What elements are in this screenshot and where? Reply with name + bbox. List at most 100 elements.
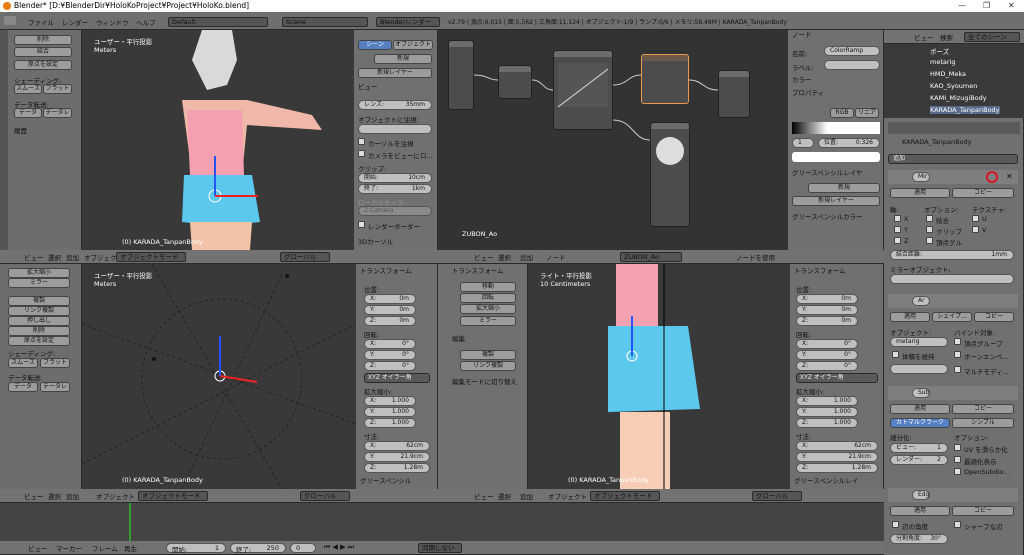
outliner-item-pose[interactable]: ポーズ	[930, 46, 949, 56]
mirror-tool-button[interactable]: ミラー	[460, 316, 516, 326]
opensubdiv-checkbox[interactable]	[954, 468, 961, 475]
lock-camera-checkbox[interactable]	[358, 150, 365, 157]
frame-end-field[interactable]: 終了: 250	[230, 543, 286, 554]
vgroups-checkbox[interactable]	[954, 338, 961, 345]
scale-x-field-right[interactable]: X: 1.000	[796, 396, 858, 406]
color-ramp-bar[interactable]	[792, 122, 880, 134]
rot-z-field-right[interactable]: Z: 0°	[796, 361, 858, 371]
loc-z-field-right[interactable]: Z: 0m	[796, 316, 858, 326]
stop-color-swatch[interactable]	[792, 152, 880, 162]
menu-view-b[interactable]: ビュー	[24, 491, 44, 501]
node-menu-node[interactable]: ノード	[546, 252, 566, 262]
sharp-edges-checkbox[interactable]	[954, 521, 961, 528]
orientation-dropdown-c[interactable]: グローバル	[752, 491, 802, 501]
mode-dropdown-c[interactable]: オブジェクトモード	[590, 491, 660, 501]
stop-index-field[interactable]: 1	[792, 138, 814, 148]
bone-envelope-checkbox[interactable]	[954, 351, 961, 358]
node-output[interactable]	[448, 40, 474, 110]
viewport-top-left[interactable]: ユーザー・平行投影 Meters (0) KARADA_TanpanBody	[82, 30, 354, 250]
mirror-name-field[interactable]: Mir	[912, 172, 930, 182]
link-duplicate-button[interactable]: リンク複製	[8, 306, 70, 316]
history-panel[interactable]: 履歴	[14, 125, 27, 135]
scene-dropdown[interactable]: Scene	[282, 17, 368, 27]
node-label-field[interactable]	[824, 60, 880, 70]
menu-add[interactable]: 追加	[66, 252, 79, 262]
viewport-bottom-right[interactable]: ライト・平行投影 10 Centimeters (0) KARADA_Tanpa…	[528, 264, 790, 489]
vgroup-checkbox[interactable]	[926, 237, 933, 244]
smooth-button[interactable]: スムーズ	[14, 84, 42, 94]
mirror-copy-button[interactable]: コピー	[952, 188, 1014, 198]
menu-help[interactable]: ヘルプ	[136, 17, 156, 27]
armature-modifier-header[interactable]: Ar	[888, 294, 1018, 308]
loc-x-field-right[interactable]: X: 0m	[796, 294, 858, 304]
dim-x-field-right[interactable]: X: 62cm	[796, 441, 878, 451]
data-layers-button[interactable]: データレ	[43, 108, 72, 118]
edgesplit-copy-button[interactable]: コピー	[952, 506, 1014, 516]
timeline-menu-view[interactable]: ビュー	[28, 543, 48, 553]
data-layers-button-2[interactable]: データレ	[40, 382, 70, 392]
stop-position-field[interactable]: 位置: 0.326	[818, 138, 880, 148]
dim-y-field[interactable]: Y: 21.9cm	[364, 452, 430, 462]
view-section-header[interactable]: ビュー	[354, 82, 378, 93]
rotation-mode-dropdown-right[interactable]: XYZ オイラー角	[796, 373, 878, 383]
mirror-modifier-header[interactable]: Mir ✕	[888, 170, 1018, 184]
maximize-button[interactable]: ❐	[983, 0, 990, 12]
join-button[interactable]: 結合	[14, 47, 72, 57]
translate-button[interactable]: 移動	[460, 282, 516, 292]
menu-add-c[interactable]: 追加	[520, 491, 533, 501]
tool-tabs[interactable]	[0, 30, 8, 250]
loc-y-field[interactable]: Y: 0m	[364, 305, 416, 315]
link-duplicate-tool-button[interactable]: リンク複製	[460, 361, 516, 371]
armature-apply-button[interactable]: 適用	[890, 312, 930, 322]
scale-tool-button[interactable]: 拡大縮小	[460, 304, 516, 314]
flat-button[interactable]: フラット	[43, 84, 72, 94]
grease-color-header[interactable]: グリースペンシルカラー	[788, 212, 863, 223]
tab-object[interactable]: オブジェクト	[393, 40, 433, 50]
dim-x-field[interactable]: X: 62cm	[364, 441, 430, 451]
dim-z-field-right[interactable]: Z: 1.28m	[796, 463, 878, 473]
render-border-checkbox[interactable]	[358, 221, 365, 228]
subsurf-name-field[interactable]: Sub	[912, 388, 930, 398]
loc-z-field[interactable]: Z: 0m	[364, 316, 416, 326]
close-icon[interactable]: ✕	[1006, 172, 1013, 181]
menu-select[interactable]: 選択	[48, 252, 61, 262]
menu-window[interactable]: ウィンドウ	[96, 17, 129, 27]
subsurf-modifier-header[interactable]: Sub	[888, 386, 1018, 400]
close-button[interactable]: ✕	[1008, 0, 1015, 12]
grease-new-button[interactable]: 新規	[808, 183, 880, 193]
axis-z-checkbox[interactable]	[894, 237, 901, 244]
split-angle-field[interactable]: 分割角度: 30°	[890, 534, 948, 544]
clip-start-field[interactable]: 開始: 10cm	[358, 173, 432, 183]
node-menu-view[interactable]: ビュー	[474, 252, 494, 262]
subsurf-apply-button[interactable]: 適用	[890, 404, 950, 414]
properties-section-header[interactable]: プロパティ	[788, 88, 824, 99]
outliner-item-kami[interactable]: KAMI_MizugiBody	[930, 94, 987, 102]
add-modifier-dropdown[interactable]: 追加	[888, 154, 1018, 164]
dim-z-field[interactable]: Z: 1.28m	[364, 463, 430, 473]
edit-mode-toggle-label[interactable]: 編集モードに切り替え	[452, 376, 517, 386]
scale-z-field-right[interactable]: Z: 1.000	[796, 418, 858, 428]
rot-x-field-right[interactable]: X: 0°	[796, 339, 858, 349]
new-layer-button[interactable]: 新規レイヤー	[358, 68, 432, 78]
node-colorramp[interactable]	[641, 54, 689, 104]
outliner-display-dropdown[interactable]: 全てのシーン	[964, 32, 1020, 42]
minimize-button[interactable]: —	[958, 0, 966, 12]
node-menu-add[interactable]: 追加	[520, 252, 533, 262]
scale-y-field-right[interactable]: Y: 1.000	[796, 407, 858, 417]
outliner-item-karada[interactable]: KARADA_TanpanBody	[930, 106, 1000, 114]
node-shader[interactable]	[718, 70, 750, 118]
loc-x-field[interactable]: X: 0m	[364, 294, 416, 304]
clip-end-field[interactable]: 終了: 1km	[358, 184, 432, 194]
material-dropdown[interactable]: ZUBON_Ao	[620, 252, 682, 262]
extrude-button[interactable]: 押し出し	[8, 316, 70, 326]
lens-field[interactable]: レンズ: 35mm	[358, 100, 432, 110]
scale-y-field[interactable]: Y: 1.000	[364, 407, 416, 417]
current-frame-marker[interactable]	[129, 503, 131, 541]
preserve-volume-checkbox[interactable]	[892, 351, 899, 358]
grease-layer-header[interactable]: グリースペンシルレイヤ	[788, 168, 863, 179]
menu-object-b[interactable]: オブジェクト	[96, 491, 135, 501]
armature-name-field[interactable]: Ar	[912, 296, 930, 306]
delete-button[interactable]: 削除	[14, 35, 72, 45]
armature-shape-button[interactable]: シェイプ...	[932, 312, 972, 322]
rot-x-field[interactable]: X: 0°	[364, 339, 416, 349]
